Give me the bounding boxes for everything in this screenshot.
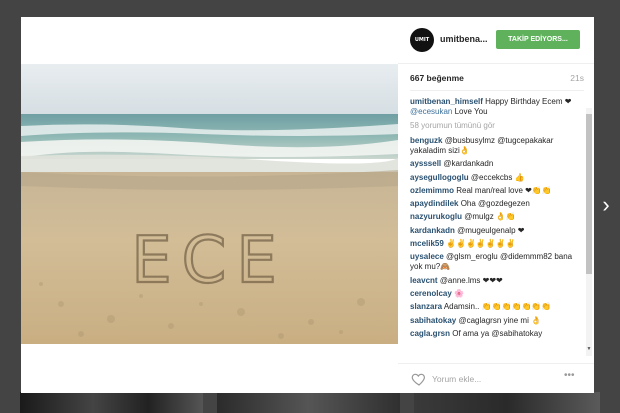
comment-text: @mulgz 👌👏 [464,212,516,222]
comment: apaydindilek Oha @gozdegezen [410,199,578,209]
grid-thumbnail[interactable] [414,392,600,413]
comment-text: Adamsin.. 👏👏👏👏👏👏👏 [443,302,552,312]
comment-text: @anne.lms ❤❤❤ [439,275,503,285]
comment-text: Of ama ya @sabihatokay [452,328,543,338]
comment-text: @caglagrsn yine mi 👌 [458,315,542,325]
avatar-logo: UMIT [414,37,430,43]
comments-list: umitbenan_himself Happy Birthday Ecem ❤ … [410,97,578,352]
comment-username[interactable]: nazyurukoglu [410,212,462,221]
comment-username[interactable]: leavcnt [410,276,438,285]
comment-footer: ••• [398,363,594,393]
comment: cagla.grsn Of ama ya @sabihatokay [410,329,578,339]
comment-username[interactable]: benguzk [410,136,442,145]
post-username[interactable]: umitbena... [440,34,488,44]
comment-username[interactable]: sabihatokay [410,316,456,325]
post-sidebar: UMIT umitbena... TAKİP EDİYORS... 667 be… [398,17,594,393]
comment-username[interactable]: uysalece [410,252,444,261]
comment: uysalece @glsm_eroglu @didemmm82 bana yo… [410,252,578,272]
caption-username[interactable]: umitbenan_himself [410,97,483,106]
divider [410,90,584,91]
post-caption: umitbenan_himself Happy Birthday Ecem ❤ … [410,97,578,117]
comment: nazyurukoglu @mulgz 👌👏 [410,212,578,222]
scrollbar-thumb[interactable] [586,114,592,274]
comment: aysssell @kardankadn [410,159,578,169]
comment: slanzara Adamsin.. 👏👏👏👏👏👏👏 [410,302,578,312]
next-post-arrow-icon[interactable]: › [598,193,614,217]
comment-username[interactable]: mcelik59 [410,239,444,248]
comment-username[interactable]: kardankadn [410,226,455,235]
comment: leavcnt @anne.lms ❤❤❤ [410,276,578,286]
comment-username[interactable]: apaydindilek [410,199,458,208]
following-button[interactable]: TAKİP EDİYORS... [496,30,580,49]
comment-username[interactable]: cerenolcay [410,289,452,298]
comment-text: @eccekcbs 👍 [470,172,525,182]
more-options-icon[interactable]: ••• [564,370,575,381]
comment-text: ✌✌✌✌✌✌✌ [446,239,516,249]
beach-photo-image: ECE [21,64,398,344]
background-grid [0,392,620,413]
comments-scrollbar[interactable]: ▼ [586,108,592,356]
comment: benguzk @busbusylmz @tugcepakakar yakala… [410,136,578,156]
post-modal: ECE UMIT umitbena... TAKİP EDİYORS... 66… [21,17,594,393]
comment: mcelik59 ✌✌✌✌✌✌✌ [410,239,578,249]
caption-text: Happy Birthday Ecem ❤ [482,97,572,106]
comment-username[interactable]: slanzara [410,302,442,311]
comment-username[interactable]: ozlemimmo [410,186,454,195]
comment-text: @kardankadn [443,159,494,169]
comment-username[interactable]: aysegullogoglu [410,173,469,182]
comment-text: 🌸 [454,288,465,298]
post-photo: ECE [21,64,398,344]
comment: cerenolcay 🌸 [410,289,578,299]
comment: sabihatokay @caglagrsn yine mi 👌 [410,316,578,326]
comment-username[interactable]: cagla.grsn [410,329,450,338]
likes-count[interactable]: 667 beğenme [410,73,464,83]
view-all-comments-link[interactable]: 58 yorumun tümünü gör [410,121,578,131]
post-timestamp: 21s [570,73,584,83]
caption-suffix: Love You [452,107,488,116]
comment: kardankadn @mugeulgenalp ❤ [410,226,578,236]
scroll-down-arrow-icon[interactable]: ▼ [586,346,592,354]
grid-thumbnail[interactable] [217,392,400,413]
add-comment-input[interactable] [432,372,542,386]
grid-thumbnail[interactable] [20,392,203,413]
sand-writing: ECE [131,224,287,298]
caption-tag[interactable]: @ecesukan [410,107,452,116]
comment: ozlemimmo Real man/real love ❤👏👏 [410,186,578,196]
heart-icon[interactable] [411,371,427,387]
avatar[interactable]: UMIT [410,28,434,52]
comment-username[interactable]: aysssell [410,159,441,168]
comment-text: @mugeulgenalp ❤ [457,225,525,235]
comment-text: Real man/real love ❤👏👏 [456,185,552,195]
likes-row: 667 beğenme 21s [410,73,584,85]
comment-text: Oha @gozdegezen [460,199,530,209]
comment: aysegullogoglu @eccekcbs 👍 [410,173,578,183]
post-header: UMIT umitbena... TAKİP EDİYORS... [398,17,594,64]
